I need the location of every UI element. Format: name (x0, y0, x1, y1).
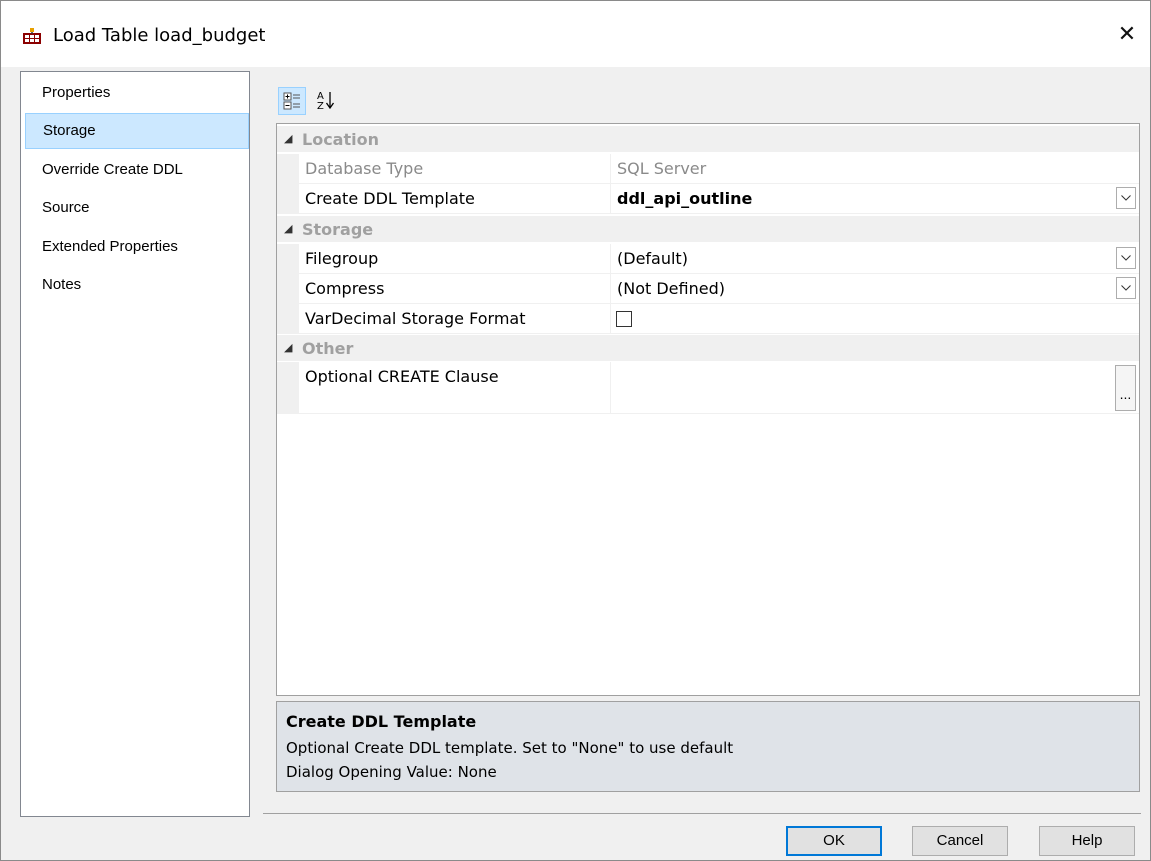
collapse-triangle-icon: ◢ (284, 133, 293, 145)
table-icon (23, 28, 41, 44)
nav-item-storage[interactable]: Storage (25, 113, 249, 149)
nav-item-properties[interactable]: Properties (25, 75, 249, 111)
cancel-button[interactable]: Cancel (912, 826, 1008, 856)
nav-item-source[interactable]: Source (25, 190, 249, 226)
dropdown-button[interactable] (1116, 247, 1136, 269)
collapse-triangle-icon: ◢ (284, 342, 293, 354)
button-divider (263, 813, 1141, 814)
alphabetical-sort-button[interactable]: A Z (313, 87, 341, 115)
close-button[interactable]: ✕ (1104, 11, 1150, 57)
chevron-down-icon (1121, 195, 1131, 201)
property-grid: ◢ Location Database Type SQL Server Crea… (276, 123, 1140, 696)
navigation-list: Properties Storage Override Create DDL S… (20, 71, 250, 817)
nav-item-notes[interactable]: Notes (25, 267, 249, 303)
category-label: Location (302, 130, 379, 149)
property-name: VarDecimal Storage Format (305, 309, 526, 328)
ellipsis-button[interactable]: ... (1115, 365, 1136, 411)
property-value: SQL Server (617, 159, 707, 178)
window-title: Load Table load_budget (53, 25, 266, 46)
chevron-down-icon (1121, 255, 1131, 261)
property-name: Database Type (305, 159, 424, 178)
ok-button[interactable]: OK (786, 826, 882, 856)
nav-item-override-create-ddl[interactable]: Override Create DDL (25, 152, 249, 188)
categorized-view-icon (283, 92, 300, 110)
property-value: (Default) (617, 249, 688, 268)
property-row-create-ddl-template[interactable]: Create DDL Template ddl_api_outline (277, 184, 1139, 214)
collapse-triangle-icon: ◢ (284, 223, 293, 235)
dropdown-button[interactable] (1116, 187, 1136, 209)
close-icon: ✕ (1117, 21, 1137, 46)
dialog-window: Load Table load_budget ✕ Properties Stor… (0, 0, 1151, 861)
category-location[interactable]: ◢ Location (277, 126, 1139, 152)
vardecimal-checkbox[interactable] (616, 311, 632, 327)
property-name: Optional CREATE Clause (305, 367, 499, 386)
title-bar: Load Table load_budget ✕ (1, 1, 1150, 67)
alphabetical-sort-icon: A Z (317, 91, 335, 112)
help-description-pane: Create DDL Template Optional Create DDL … (276, 701, 1140, 792)
property-name: Create DDL Template (305, 189, 475, 208)
property-value: (Not Defined) (617, 279, 725, 298)
property-name: Filegroup (305, 249, 379, 268)
property-row-filegroup[interactable]: Filegroup (Default) (277, 244, 1139, 274)
categorized-view-button[interactable] (278, 87, 306, 115)
property-value: ddl_api_outline (617, 189, 753, 208)
help-opening-value: Dialog Opening Value: None (286, 763, 497, 781)
property-row-vardecimal-storage-format[interactable]: VarDecimal Storage Format (277, 304, 1139, 334)
category-storage[interactable]: ◢ Storage (277, 216, 1139, 242)
property-row-optional-create-clause[interactable]: Optional CREATE Clause ... (277, 362, 1139, 414)
category-other[interactable]: ◢ Other (277, 335, 1139, 361)
property-row-compress[interactable]: Compress (Not Defined) (277, 274, 1139, 304)
help-description: Optional Create DDL template. Set to "No… (286, 739, 734, 757)
chevron-down-icon (1121, 285, 1131, 291)
category-label: Other (302, 339, 354, 358)
svg-text:Z: Z (317, 101, 324, 112)
property-row-database-type[interactable]: Database Type SQL Server (277, 154, 1139, 184)
help-title: Create DDL Template (286, 712, 477, 731)
nav-item-extended-properties[interactable]: Extended Properties (25, 229, 249, 265)
category-label: Storage (302, 220, 374, 239)
property-name: Compress (305, 279, 385, 298)
dropdown-button[interactable] (1116, 277, 1136, 299)
help-button[interactable]: Help (1039, 826, 1135, 856)
